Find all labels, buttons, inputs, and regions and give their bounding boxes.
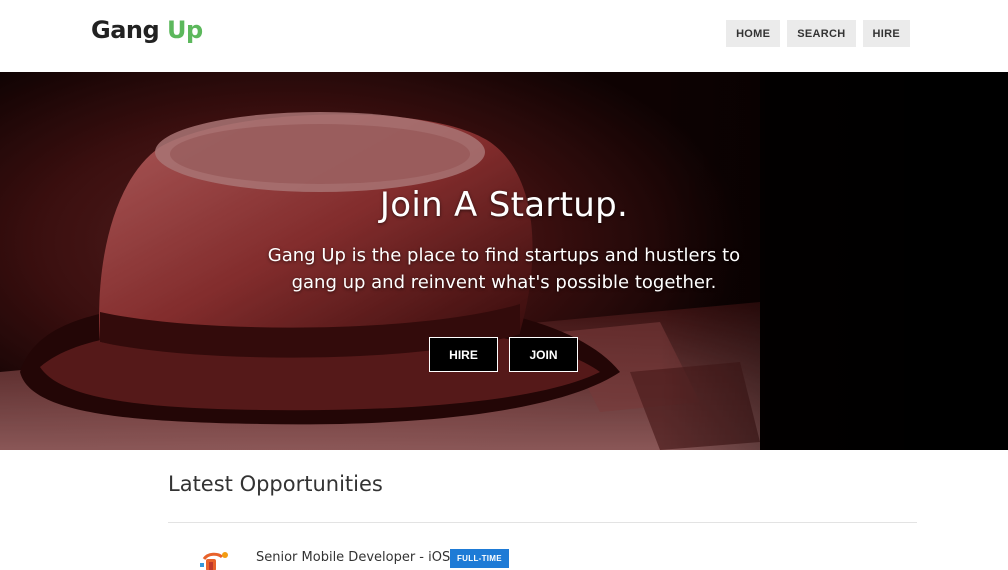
job-listing-row[interactable]: Senior Mobile Developer - iOS FULL-TIME: [168, 543, 917, 570]
company-logo-icon: [200, 552, 228, 570]
job-type-badge: FULL-TIME: [450, 549, 509, 568]
hero-join-button[interactable]: JOIN: [509, 337, 578, 372]
nav-search-button[interactable]: SEARCH: [787, 20, 856, 47]
hero-banner: Join A Startup. Gang Up is the place to …: [0, 72, 1008, 450]
hero-title: Join A Startup.: [379, 185, 629, 225]
site-logo[interactable]: Gang Up: [91, 16, 203, 44]
nav-home-button[interactable]: HOME: [726, 20, 781, 47]
job-title[interactable]: Senior Mobile Developer - iOS: [256, 550, 450, 565]
hero-subtitle: Gang Up is the place to find startups an…: [267, 245, 741, 293]
site-header: Gang Up HOME SEARCH HIRE: [0, 0, 1008, 72]
logo-text-gang: Gang: [91, 16, 160, 44]
main-nav: HOME SEARCH HIRE: [726, 20, 910, 47]
nav-hire-button[interactable]: HIRE: [862, 20, 910, 47]
hero-actions: HIRE JOIN: [429, 337, 578, 372]
hero-hire-button[interactable]: HIRE: [429, 337, 498, 372]
latest-opportunities-heading: Latest Opportunities: [168, 472, 383, 496]
logo-text-up: Up: [167, 16, 203, 44]
section-divider: [168, 522, 917, 523]
